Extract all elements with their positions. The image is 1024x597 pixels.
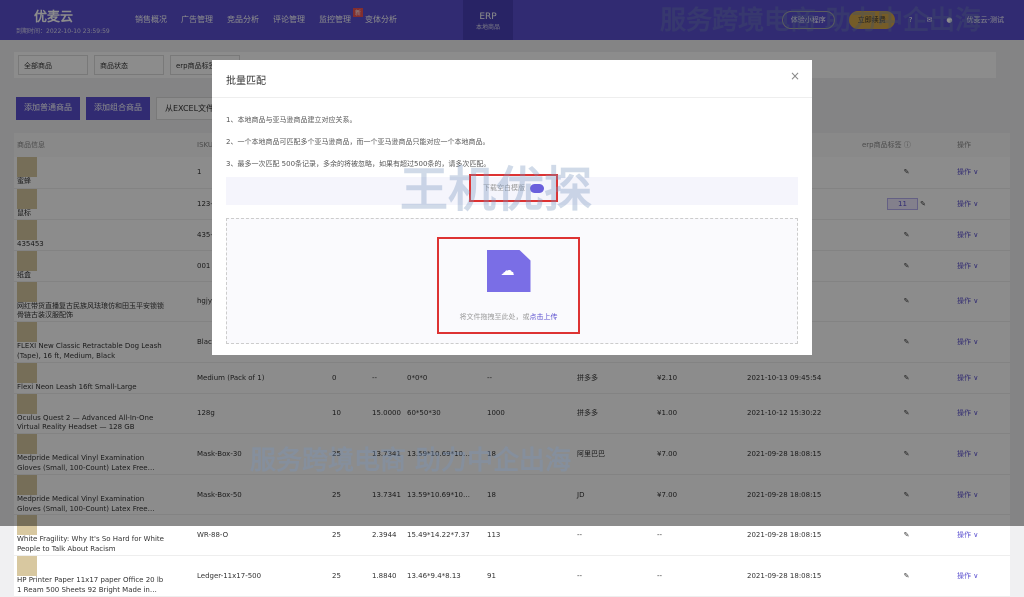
product-thumbnail xyxy=(17,556,37,577)
price: -- xyxy=(654,555,704,597)
close-icon[interactable]: × xyxy=(790,69,800,83)
click-upload-link[interactable]: 点击上传 xyxy=(530,313,558,321)
cell: 25 xyxy=(329,555,369,597)
instruction-3: 3、最多一次匹配 500条记录，多余的将被忽略，如果有超过500条的，请多次匹配… xyxy=(226,160,491,168)
instruction-2: 2、一个本地商品可匹配多个亚马逊商品，而一个亚马逊商品只能对应一个本地商品。 xyxy=(226,138,490,146)
drop-text: 将文件拖拽至此处，或 xyxy=(459,313,530,321)
instruction-1: 1、本地商品与亚马逊商品建立对应关系。 xyxy=(226,116,357,124)
date: 2021-09-28 18:08:15 xyxy=(744,555,859,597)
download-template-button[interactable]: 下载空白模版 xyxy=(469,174,558,202)
divider xyxy=(212,97,812,98)
download-label: 下载空白模版 xyxy=(483,184,525,192)
dialog-title: 批量匹配 xyxy=(226,76,266,87)
upload-area-highlight[interactable]: ☁ 将文件拖拽至此处，或点击上传 xyxy=(437,237,580,334)
table-row: HP Printer Paper 11x17 paper Office 20 l… xyxy=(14,555,1010,597)
edit-icon[interactable]: ✎ xyxy=(904,531,910,539)
operation-dropdown[interactable]: 操作 ∨ xyxy=(954,555,1010,597)
instructions: 1、本地商品与亚马逊商品建立对应关系。 2、一个本地商品可匹配多个亚马逊商品，而… xyxy=(226,109,490,175)
edit-icon[interactable]: ✎ xyxy=(904,572,910,580)
sku: Ledger-11x17-500 xyxy=(194,555,329,597)
product-name[interactable]: HP Printer Paper 11x17 paper Office 20 l… xyxy=(17,576,167,596)
file-upload-icon: ☁ xyxy=(486,250,531,292)
batch-match-dialog: 批量匹配 × 1、本地商品与亚马逊商品建立对应关系。 2、一个本地商品可匹配多个… xyxy=(212,60,812,355)
product-name[interactable]: White Fragility: Why It's So Hard for Wh… xyxy=(17,535,167,555)
cloud-download-icon xyxy=(530,183,544,193)
link-icon[interactable] xyxy=(704,555,744,597)
cell: 1.8840 xyxy=(369,555,404,597)
platform: -- xyxy=(574,555,654,597)
dimensions: 13.46*9.4*8.13 xyxy=(404,555,484,597)
cell: 91 xyxy=(484,555,574,597)
